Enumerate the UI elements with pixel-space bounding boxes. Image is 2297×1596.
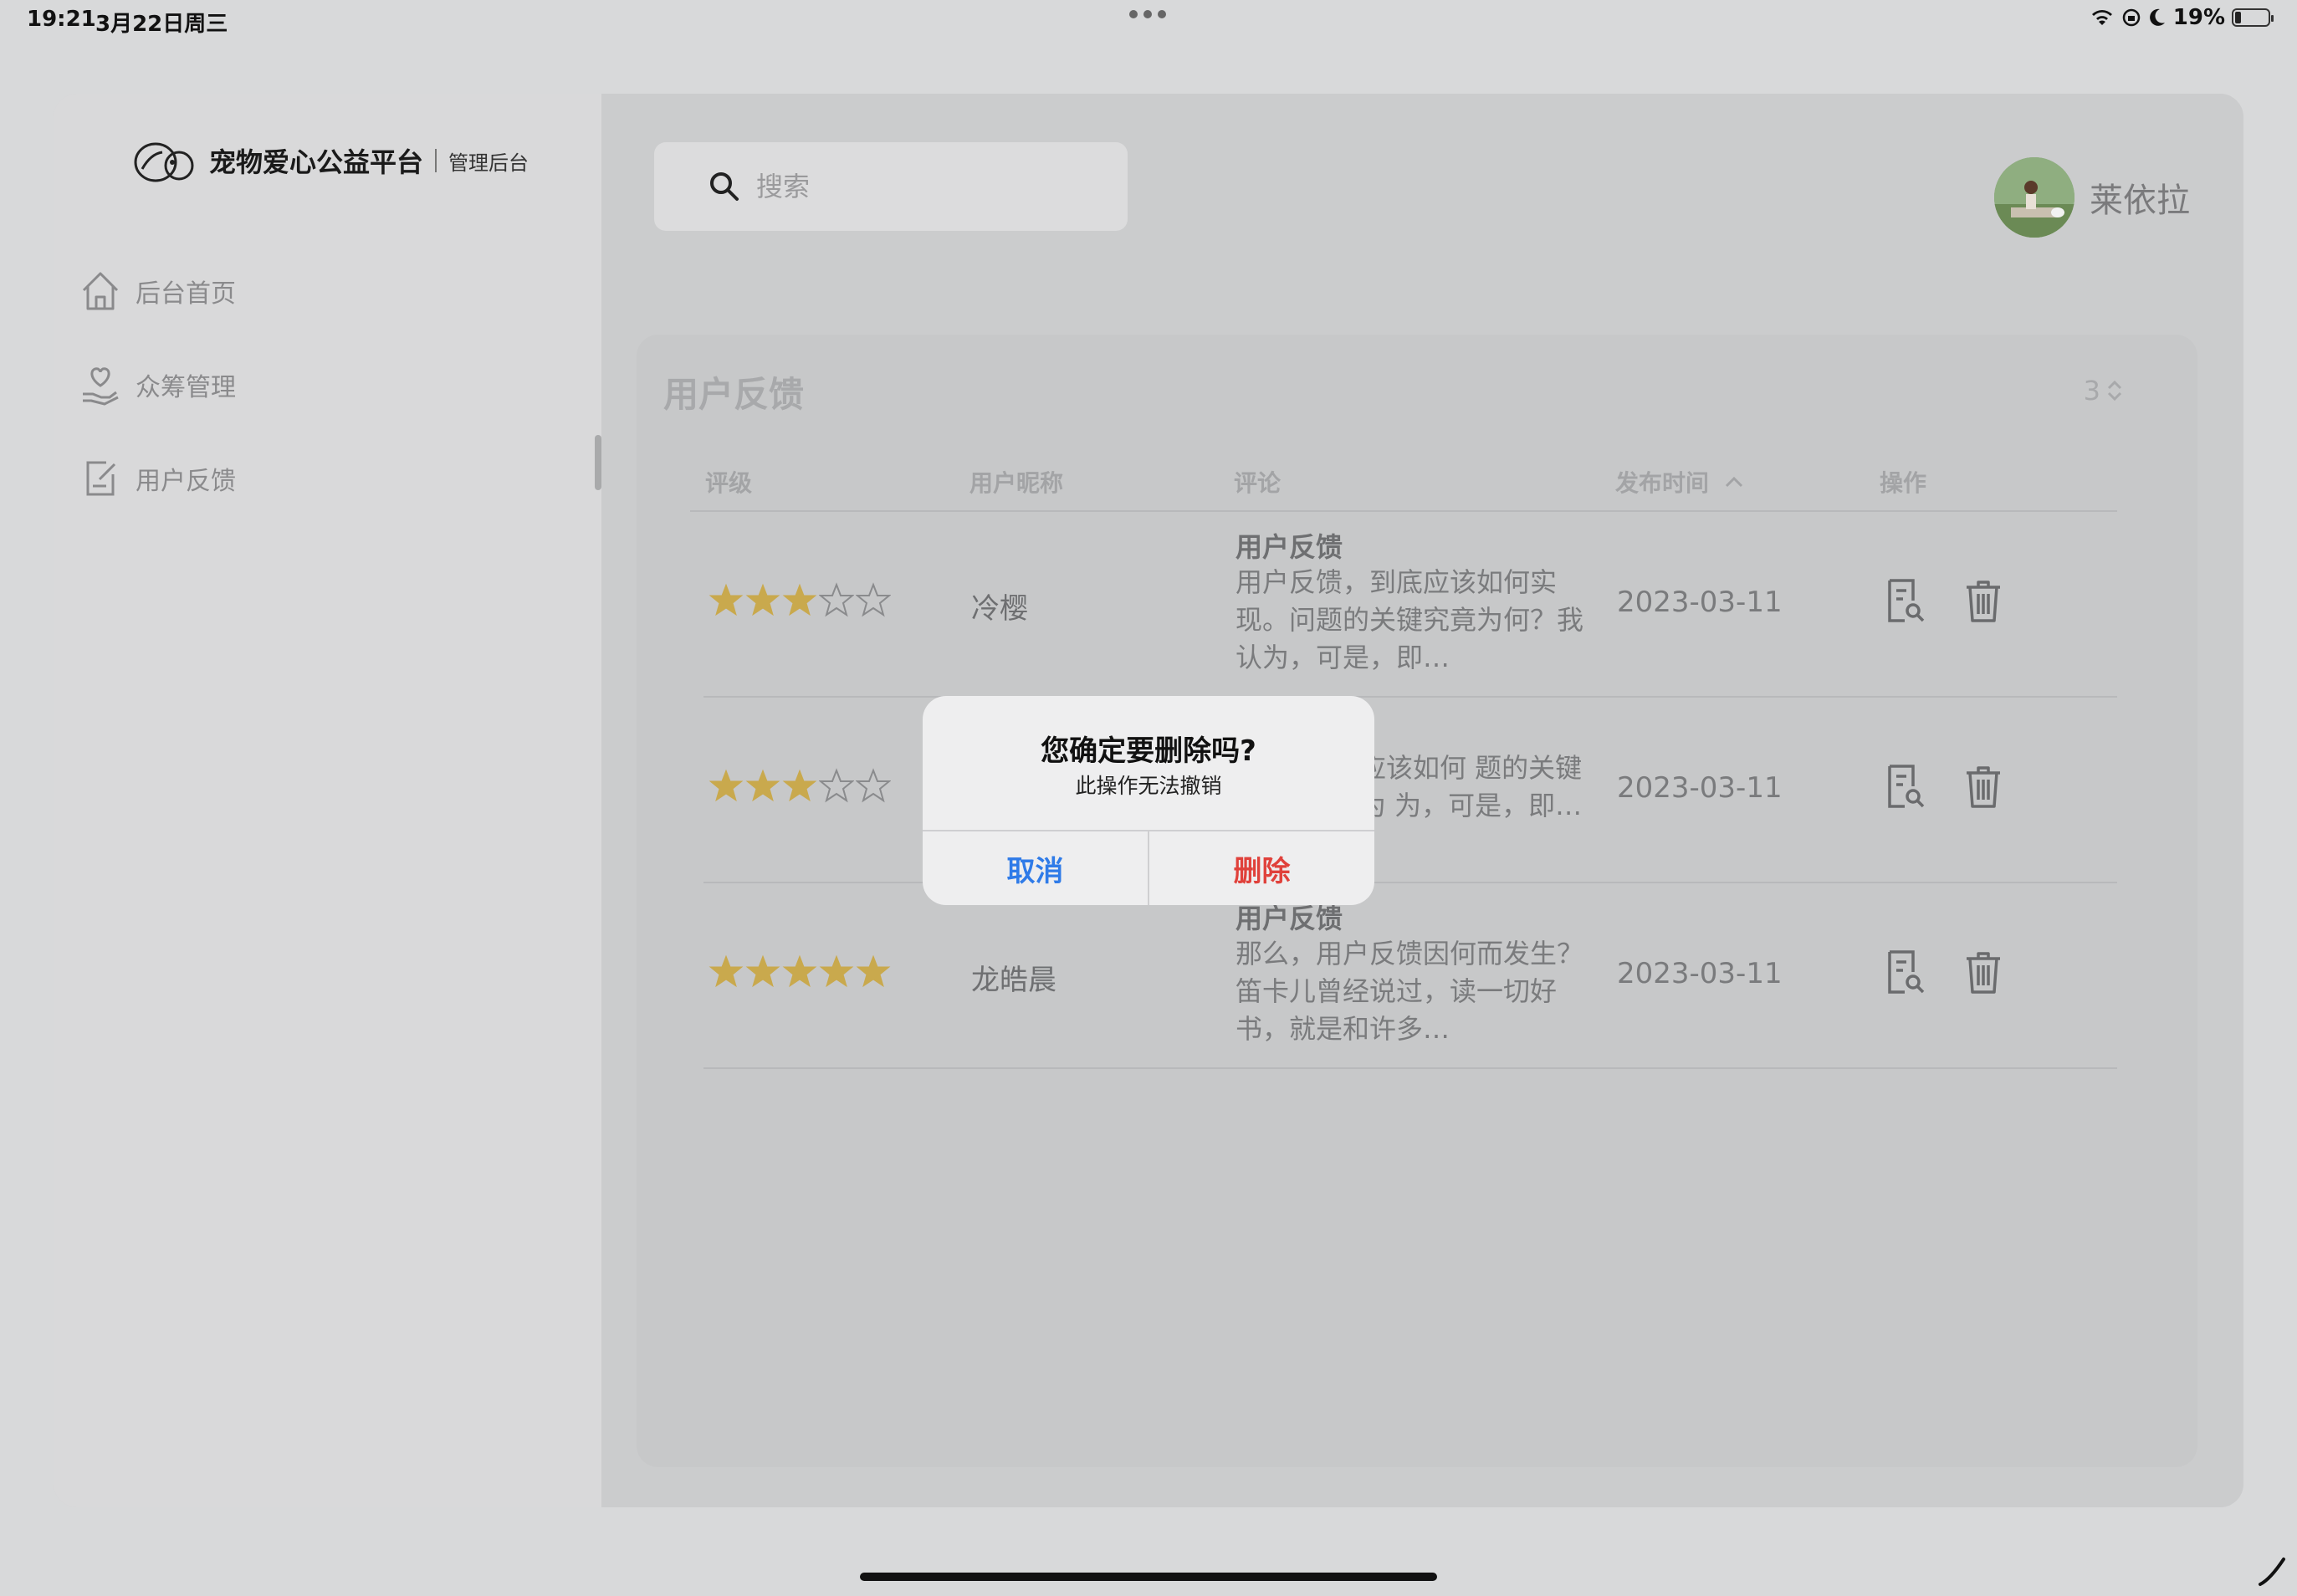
delete-confirm-dialog: 您确定要删除吗? 此操作无法撤销 取消 删除 (923, 696, 1374, 905)
dialog-message: 此操作无法撤销 (1075, 774, 1222, 798)
home-indicator[interactable] (860, 1573, 1437, 1581)
dialog-title: 您确定要删除吗? (1041, 734, 1256, 768)
delete-button[interactable]: 删除 (1149, 831, 1374, 905)
cancel-button[interactable]: 取消 (923, 831, 1149, 905)
modal-overlay: 您确定要删除吗? 此操作无法撤销 取消 删除 (0, 0, 2297, 1596)
pencil-corner-icon[interactable] (2255, 1554, 2289, 1588)
dialog-buttons: 取消 删除 (923, 830, 1374, 905)
